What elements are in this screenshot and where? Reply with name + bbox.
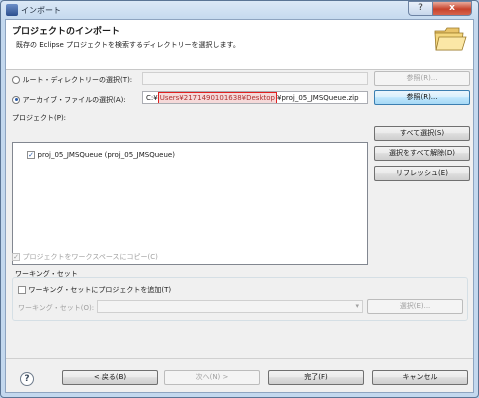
back-button[interactable]: < 戻る(B): [62, 370, 158, 385]
window-title: インポート: [21, 6, 61, 15]
root-dir-label: ルート・ディレクトリーの選択(T):: [22, 76, 133, 84]
footer-separator: [6, 358, 473, 359]
root-dir-row: ルート・ディレクトリーの選択(T):: [12, 75, 132, 85]
cancel-button[interactable]: キャンセル: [372, 370, 468, 385]
archive-path-prefix: C:¥: [146, 94, 158, 102]
archive-path-suffix: ¥proj_05_JMSQueue.zip: [276, 94, 359, 102]
chevron-down-icon: ▾: [355, 302, 359, 310]
archive-label: アーカイブ・ファイルの選択(A):: [22, 96, 126, 104]
add-working-set-checkbox[interactable]: [18, 285, 26, 294]
working-sets-select[interactable]: ▾: [97, 300, 363, 313]
deselect-all-button[interactable]: 選択をすべて解除(D): [374, 146, 470, 161]
folder-icon: [434, 27, 467, 51]
redacted-path: Users¥2171490101638¥Desktop: [157, 92, 277, 103]
root-browse-button[interactable]: 参照(R)...: [374, 71, 470, 86]
page-description: 既存の Eclipse プロジェクトを検索するディレクトリーを選択します。: [16, 41, 240, 49]
help-icon[interactable]: ?: [20, 372, 34, 386]
next-button[interactable]: 次へ(N) >: [164, 370, 260, 385]
add-working-set-row: ワーキング・セットにプロジェクトを追加(T): [18, 285, 171, 295]
dialog-body: プロジェクトのインポート 既存の Eclipse プロジェクトを検索するディレク…: [5, 19, 474, 393]
import-dialog: インポート ? x プロジェクトのインポート 既存の Eclipse プロジェク…: [0, 0, 479, 398]
copy-workspace-row: ✓ プロジェクトをワークスペースにコピー(C): [12, 252, 158, 262]
page-title: プロジェクトのインポート: [12, 27, 121, 37]
working-sets-label: ワーキング・セット(O):: [18, 304, 95, 312]
root-dir-input[interactable]: [142, 72, 368, 85]
add-working-set-label: ワーキング・セットにプロジェクトを追加(T): [28, 286, 172, 294]
copy-workspace-label: プロジェクトをワークスペースにコピー(C): [22, 253, 158, 261]
list-item[interactable]: ✓ proj_05_JMSQueue (proj_05_JMSQueue): [27, 150, 175, 159]
title-help-button[interactable]: ?: [408, 1, 432, 16]
archive-row: アーカイブ・ファイルの選択(A):: [12, 95, 126, 105]
projects-list[interactable]: ✓ proj_05_JMSQueue (proj_05_JMSQueue): [12, 142, 368, 265]
select-working-set-button[interactable]: 選択(E)...: [367, 299, 463, 314]
project-label: proj_05_JMSQueue (proj_05_JMSQueue): [37, 151, 175, 159]
root-dir-radio[interactable]: [12, 75, 20, 84]
title-bar: インポート ? x: [1, 1, 478, 19]
header-banner: プロジェクトのインポート 既存の Eclipse プロジェクトを検索するディレク…: [6, 20, 473, 70]
window-controls: ? x: [408, 1, 472, 17]
app-icon: [6, 4, 18, 16]
archive-path-input[interactable]: C:¥ Users¥2171490101638¥Desktop ¥proj_05_J…: [142, 91, 368, 104]
close-button[interactable]: x: [432, 1, 472, 16]
archive-radio[interactable]: [12, 95, 20, 104]
refresh-button[interactable]: リフレッシュ(E): [374, 166, 470, 181]
archive-browse-button[interactable]: 参照(R)...: [374, 90, 470, 105]
project-checkbox[interactable]: ✓: [27, 150, 35, 159]
select-all-button[interactable]: すべて選択(S): [374, 126, 470, 141]
copy-workspace-checkbox[interactable]: ✓: [12, 252, 20, 261]
projects-label: プロジェクト(P):: [12, 114, 67, 122]
finish-button[interactable]: 完了(F): [268, 370, 364, 385]
